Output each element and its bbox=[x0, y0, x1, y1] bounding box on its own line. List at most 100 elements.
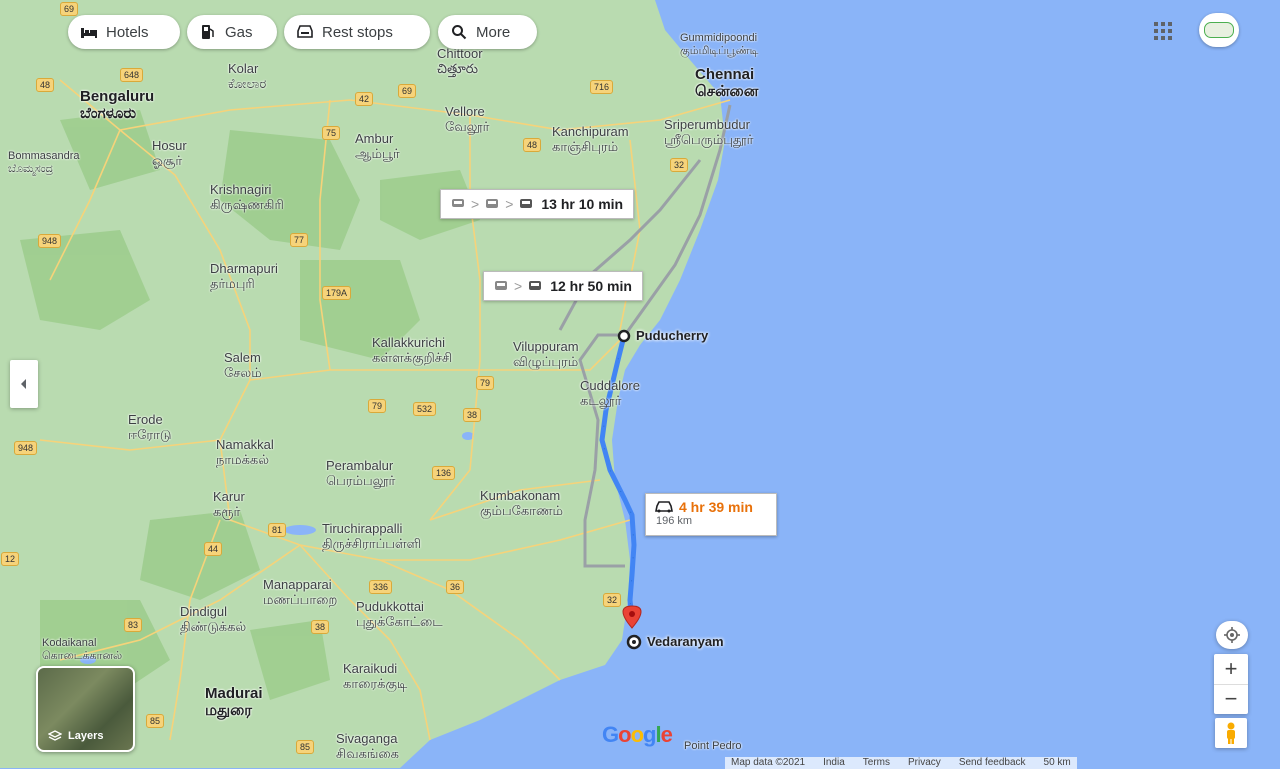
road-number-shield: 69 bbox=[398, 84, 417, 98]
city-label: Ambur ஆம்பூர் bbox=[355, 131, 400, 162]
road-number-shield: 648 bbox=[120, 68, 144, 82]
road-number-shield: 81 bbox=[268, 523, 287, 537]
transit-route-label-long[interactable]: > > 13 hr 10 min bbox=[440, 189, 635, 219]
road-number-shield: 77 bbox=[290, 233, 309, 247]
road-number-shield: 336 bbox=[369, 580, 393, 594]
road-number-shield: 85 bbox=[146, 714, 165, 728]
more-label: More bbox=[476, 23, 511, 41]
city-label: Manapparai மணப்பாறை bbox=[263, 577, 337, 608]
city-name-local: கள்ளக்குறிச்சி bbox=[372, 349, 453, 365]
account-avatar[interactable] bbox=[1199, 13, 1239, 47]
city-name-local: சேலம் bbox=[224, 364, 262, 380]
city-name-local: கும்மிடிப்பூண்டி bbox=[680, 44, 759, 57]
road-number-shield: 42 bbox=[355, 92, 374, 106]
city-label: Chennai சென்னை bbox=[695, 66, 758, 101]
origin-label[interactable]: Puducherry bbox=[636, 328, 708, 343]
map-data-attribution: Map data ©2021 bbox=[731, 757, 806, 768]
terms-link[interactable]: Terms bbox=[863, 757, 890, 769]
road-number-shield: 44 bbox=[204, 542, 223, 556]
chevron-left-icon bbox=[21, 379, 26, 389]
city-name-local: விழுப்புரம் bbox=[513, 353, 579, 369]
car-icon bbox=[655, 501, 673, 513]
city-name: Bengaluru bbox=[80, 88, 155, 105]
driving-route-label[interactable]: 4 hr 39 min 196 km bbox=[645, 493, 777, 536]
city-label: Hosur ஓசூர் bbox=[152, 138, 187, 169]
city-label: Dharmapuri தர்மபுரி bbox=[210, 261, 278, 292]
city-name: Viluppuram bbox=[513, 339, 579, 354]
city-name: Chennai bbox=[695, 66, 755, 83]
city-name-local: காஞ்சிபுரம் bbox=[552, 138, 619, 154]
scale-bar[interactable]: 50 km bbox=[1044, 757, 1071, 769]
city-name-local: ಕೋಲಾರ bbox=[228, 75, 267, 91]
hotels-label: Hotels bbox=[106, 23, 149, 41]
city-name-local: காரைக்குடி bbox=[343, 675, 408, 691]
rest-stop-icon bbox=[297, 25, 313, 38]
fuel-pump-icon bbox=[202, 25, 214, 39]
city-name: Tiruchirappalli bbox=[322, 521, 403, 536]
city-label: Cuddalore கடலூர் bbox=[580, 378, 640, 409]
map-canvas[interactable] bbox=[0, 0, 1280, 768]
zoom-out-button[interactable]: − bbox=[1214, 685, 1248, 714]
transit-route-label-short[interactable]: > 12 hr 50 min bbox=[483, 271, 643, 301]
search-icon bbox=[452, 25, 467, 40]
pegman-icon bbox=[1227, 722, 1235, 744]
city-name-local: தர்மபுரி bbox=[210, 275, 255, 291]
city-name-local: நாமக்கல் bbox=[216, 451, 270, 467]
city-label: Dindigul திண்டுக்கல் bbox=[180, 604, 246, 635]
city-name-local: ಬೊಮ್ಮಸಂದ್ರ bbox=[8, 162, 54, 175]
drive-time: 4 hr 39 min bbox=[679, 499, 753, 515]
road-number-shield: 32 bbox=[670, 158, 689, 172]
road-number-shield: 75 bbox=[322, 126, 341, 140]
privacy-link[interactable]: Privacy bbox=[908, 757, 941, 769]
city-label: Krishnagiri கிருஷ்ணகிரி bbox=[210, 182, 284, 213]
collapse-panel-button[interactable] bbox=[10, 360, 38, 408]
road-number-shield: 83 bbox=[124, 618, 143, 632]
apps-grid-icon[interactable] bbox=[1153, 21, 1173, 41]
rest-stops-chip[interactable]: Rest stops bbox=[284, 15, 430, 49]
city-name: Kumbakonam bbox=[480, 488, 561, 503]
city-name-local: சிவகங்கை bbox=[336, 745, 399, 761]
city-name-local: கொடைக்கானல் bbox=[42, 649, 123, 662]
more-chip[interactable]: More bbox=[438, 15, 537, 49]
road-number-shield: 79 bbox=[476, 376, 495, 390]
city-name: Point Pedro bbox=[684, 740, 742, 752]
city-name-local: மதுரை bbox=[205, 702, 253, 720]
city-name: Chittoor bbox=[437, 46, 483, 61]
city-label: Kolar ಕೋಲಾರ bbox=[228, 61, 267, 92]
city-label: Point Pedro bbox=[684, 740, 741, 753]
road-number-shield: 716 bbox=[590, 80, 614, 94]
city-name: Bommasandra bbox=[8, 150, 80, 162]
hotels-chip[interactable]: Hotels bbox=[68, 15, 180, 49]
gas-chip[interactable]: Gas bbox=[187, 15, 277, 49]
city-name: Karaikudi bbox=[343, 661, 398, 676]
city-name: Hosur bbox=[152, 138, 187, 153]
city-name-local: ஸ்ரீபெரும்புதூர் bbox=[664, 131, 754, 147]
road-number-shield: 48 bbox=[36, 78, 55, 92]
city-label: Sivaganga சிவகங்கை bbox=[336, 731, 399, 762]
street-view-pegman[interactable] bbox=[1215, 718, 1247, 748]
transit-time-long: 13 hr 10 min bbox=[541, 196, 624, 212]
train-icon bbox=[452, 199, 464, 207]
city-name: Karur bbox=[213, 489, 245, 504]
road-number-shield: 38 bbox=[311, 620, 330, 634]
city-label: Perambalur பெரம்பலூர் bbox=[326, 458, 395, 489]
gas-label: Gas bbox=[225, 23, 253, 41]
city-label: Bommasandra ಬೊಮ್ಮಸಂದ್ರ bbox=[8, 150, 80, 175]
send-feedback-link[interactable]: Send feedback bbox=[959, 757, 1026, 769]
city-label: Kanchipuram காஞ்சிபுரம் bbox=[552, 124, 629, 155]
city-name: Salem bbox=[224, 350, 261, 365]
region-link[interactable]: India bbox=[823, 757, 845, 769]
my-location-button[interactable] bbox=[1216, 621, 1248, 649]
layers-button[interactable]: Layers bbox=[36, 666, 135, 752]
city-name-local: திருச்சிராப்பள்ளி bbox=[322, 535, 422, 551]
road-number-shield: 36 bbox=[446, 580, 465, 594]
road-number-shield: 136 bbox=[432, 466, 456, 480]
road-number-shield: 948 bbox=[14, 441, 38, 455]
zoom-in-button[interactable]: + bbox=[1214, 655, 1248, 685]
city-label: Sriperumbudur ஸ்ரீபெரும்புதூர் bbox=[664, 117, 754, 148]
destination-label[interactable]: Vedaranyam bbox=[647, 634, 724, 649]
road-number-shield: 32 bbox=[603, 593, 622, 607]
city-name-local: ಬೆಂಗಳೂರು bbox=[80, 105, 137, 123]
city-label: Salem சேலம் bbox=[224, 350, 262, 381]
city-label: Kumbakonam கும்பகோணம் bbox=[480, 488, 563, 519]
